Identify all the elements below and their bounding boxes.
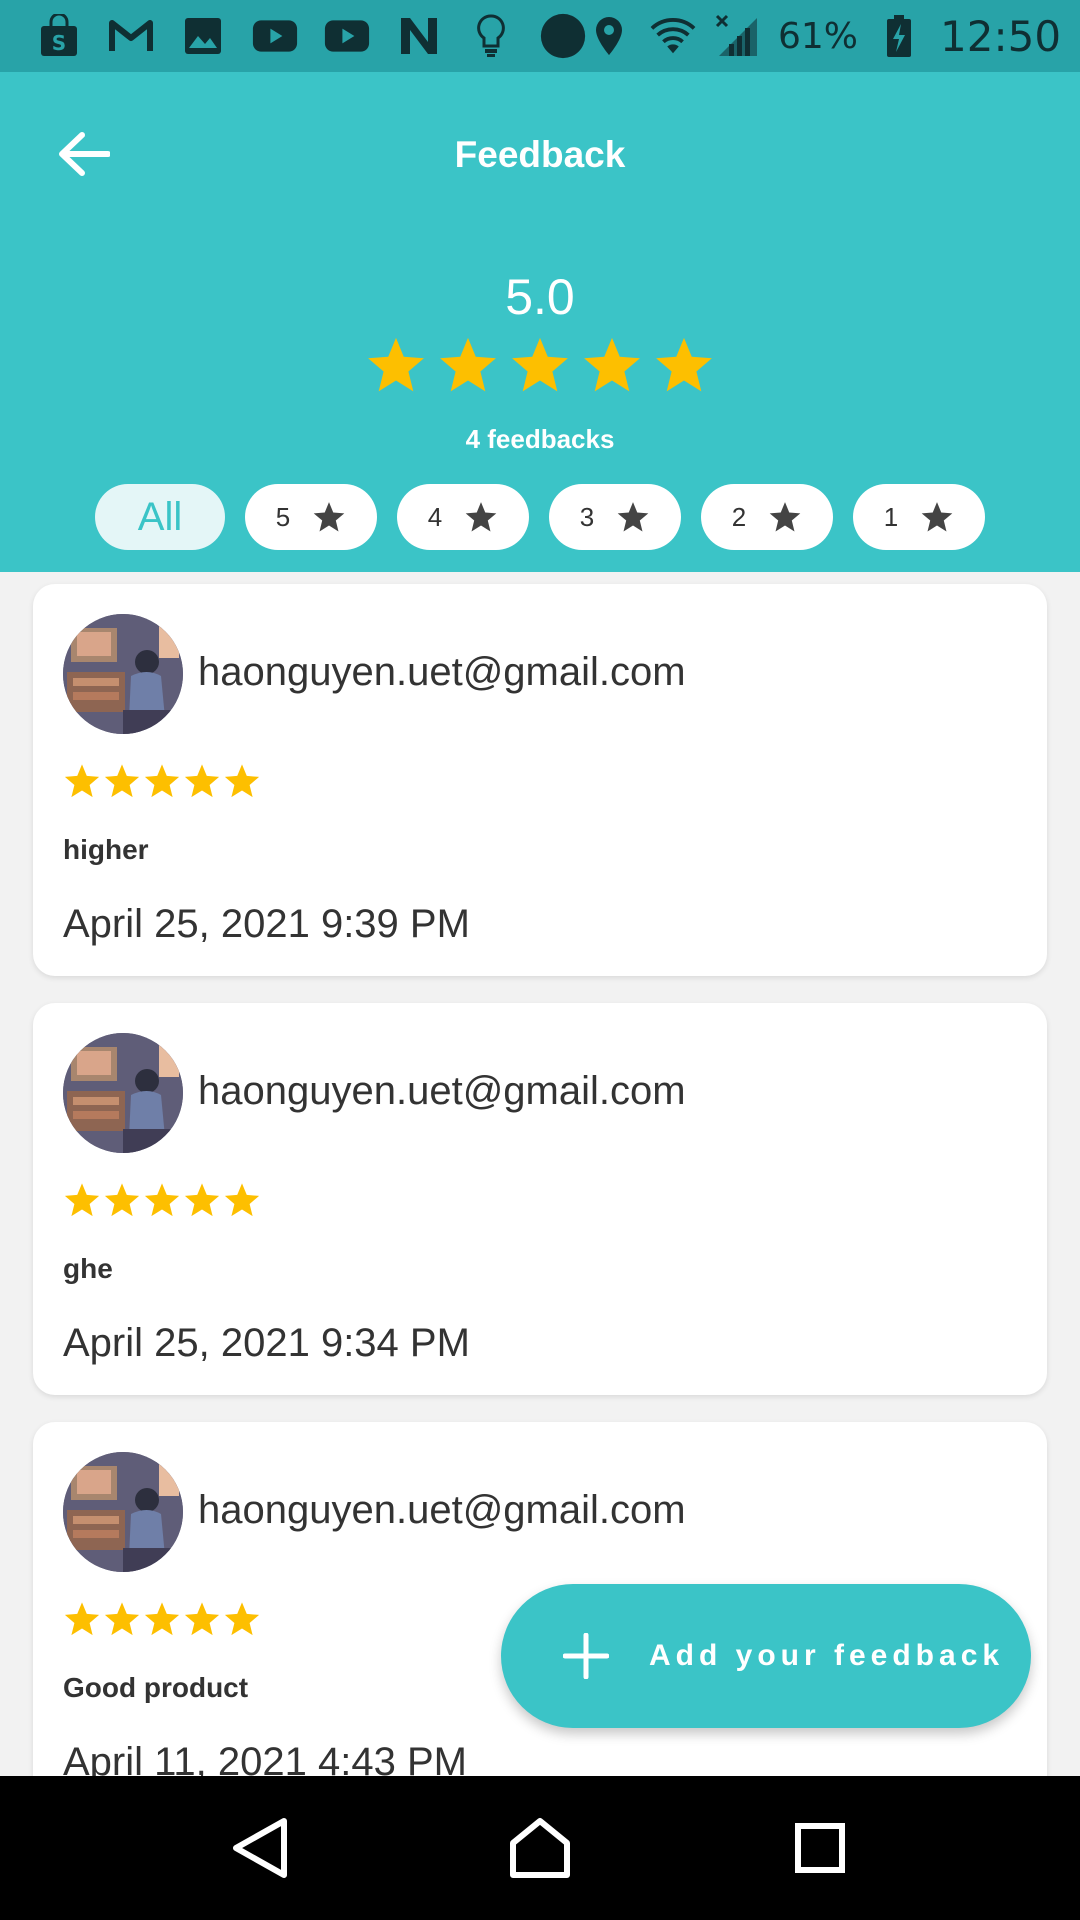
average-score: 5.0 — [505, 269, 575, 325]
battery-percentage: 61% — [778, 15, 859, 57]
user-email: haonguyen.uet@gmail.com — [198, 1488, 686, 1532]
add-feedback-button[interactable]: Add your feedback — [501, 1584, 1031, 1728]
page-title: Feedback — [454, 134, 626, 175]
star-icon — [144, 1602, 180, 1636]
feedback-rating-stars — [63, 1600, 261, 1638]
rating-filter-bar: All 5 4 3 2 1 — [95, 484, 985, 550]
user-email: haonguyen.uet@gmail.com — [198, 1069, 686, 1113]
feedback-comment: Good product — [63, 1672, 249, 1703]
filter-chip-5-stars[interactable]: 5 — [245, 484, 377, 550]
star-icon — [921, 502, 953, 532]
youtube-icon — [252, 13, 298, 59]
feedback-rating-stars — [63, 1181, 261, 1219]
square-recents-icon — [795, 1823, 845, 1873]
feedback-screen: S 61% 12:50 Feedback 5.0 4 feedbacks All… — [0, 0, 1080, 1920]
triangle-back-icon — [233, 1818, 287, 1878]
feedback-date: April 25, 2021 9:39 PM — [63, 902, 470, 946]
filter-chip-label: All — [137, 494, 183, 539]
star-icon — [144, 1183, 180, 1217]
filter-chip-label: 5 — [275, 501, 291, 532]
filter-chip-label: 4 — [427, 501, 443, 532]
star-icon — [617, 502, 649, 532]
lightbulb-icon — [468, 13, 514, 59]
average-rating-stars — [0, 334, 1080, 396]
star-icon — [184, 764, 220, 798]
location-icon — [586, 13, 632, 59]
star-icon — [104, 764, 140, 798]
star-icon — [224, 1602, 260, 1636]
star-icon — [224, 764, 260, 798]
battery-charging-icon — [876, 13, 922, 59]
feedback-header: Feedback 5.0 4 feedbacks All 5 4 3 2 1 — [0, 72, 1080, 572]
image-icon — [180, 13, 226, 59]
feedback-date: April 11, 2021 4:43 PM — [63, 1740, 467, 1776]
n-app-icon — [396, 13, 442, 59]
system-nav-bar — [0, 1776, 1080, 1920]
svg-text:S: S — [52, 31, 66, 55]
home-icon — [510, 1818, 570, 1878]
star-icon — [224, 1183, 260, 1217]
star-icon — [64, 764, 100, 798]
star-icon — [104, 1183, 140, 1217]
star-icon — [465, 502, 497, 532]
star-icon — [64, 1602, 100, 1636]
plus-icon — [563, 1633, 609, 1679]
filter-chip-3-stars[interactable]: 3 — [549, 484, 681, 550]
nav-recents-button[interactable] — [770, 1798, 870, 1898]
feedback-comment: higher — [63, 834, 149, 865]
filter-chip-all[interactable]: All — [95, 484, 225, 550]
youtube-icon — [324, 13, 370, 59]
nav-home-button[interactable] — [490, 1798, 590, 1898]
feedback-rating-stars — [63, 762, 261, 800]
star-icon — [656, 337, 712, 392]
star-icon — [368, 337, 424, 392]
filter-chip-1-star[interactable]: 1 — [853, 484, 985, 550]
star-icon — [144, 764, 180, 798]
filter-chip-label: 1 — [883, 501, 899, 532]
star-icon — [184, 1602, 220, 1636]
feedback-card[interactable]: haonguyen.uet@gmail.com ghe April 25, 20… — [33, 1003, 1047, 1395]
clock: 12:50 — [940, 11, 1062, 61]
signal-icon — [714, 13, 760, 59]
user-email: haonguyen.uet@gmail.com — [198, 650, 686, 694]
filter-chip-2-stars[interactable]: 2 — [701, 484, 833, 550]
add-feedback-label: Add your feedback — [649, 1639, 1005, 1672]
nav-back-button[interactable] — [210, 1798, 310, 1898]
feedback-card[interactable]: haonguyen.uet@gmail.com higher April 25,… — [33, 584, 1047, 976]
filter-chip-4-stars[interactable]: 4 — [397, 484, 529, 550]
star-icon — [313, 502, 345, 532]
star-icon — [184, 1183, 220, 1217]
star-icon — [512, 337, 568, 392]
avatar — [63, 1452, 183, 1572]
filter-chip-label: 3 — [579, 501, 595, 532]
star-icon — [440, 337, 496, 392]
avatar — [63, 614, 183, 734]
filter-chip-label: 2 — [731, 501, 747, 532]
feedback-count: 4 feedbacks — [465, 424, 615, 454]
circle-app-icon — [540, 13, 586, 59]
star-icon — [64, 1183, 100, 1217]
shopping-bag-icon: S — [36, 13, 82, 59]
status-bar: S 61% 12:50 — [0, 0, 1080, 72]
wifi-icon — [650, 13, 696, 59]
star-icon — [769, 502, 801, 532]
feedback-comment: ghe — [63, 1253, 113, 1284]
gmail-icon — [108, 13, 154, 59]
avatar — [63, 1033, 183, 1153]
feedback-date: April 25, 2021 9:34 PM — [63, 1321, 470, 1365]
star-icon — [104, 1602, 140, 1636]
star-icon — [584, 337, 640, 392]
